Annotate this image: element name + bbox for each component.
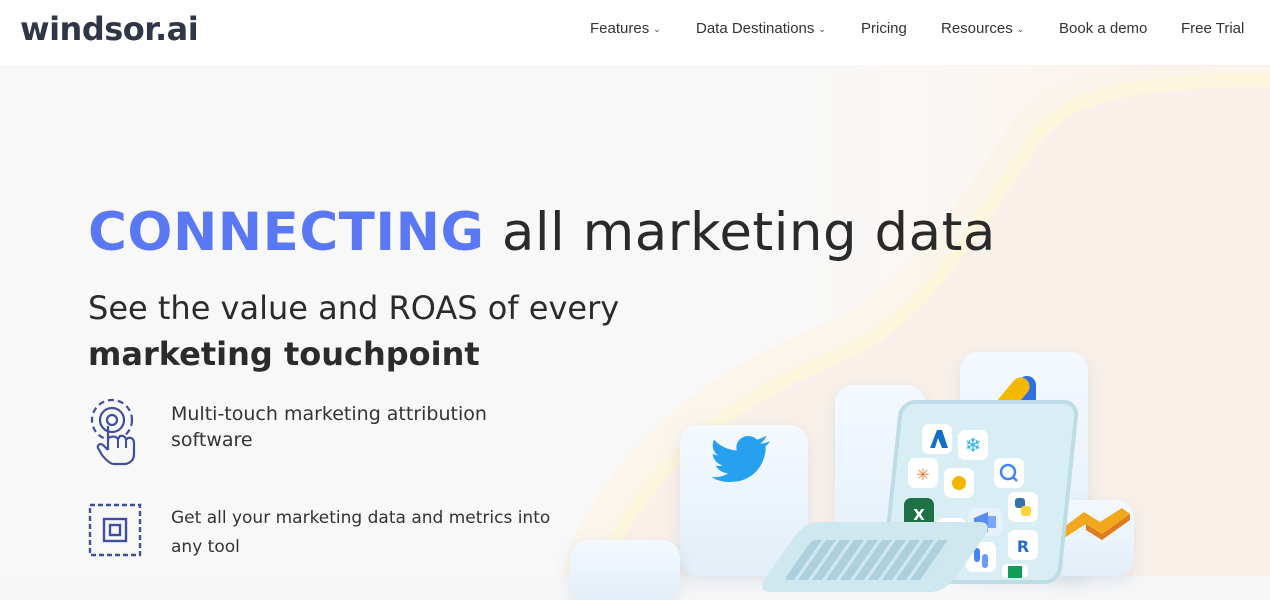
svg-text:R: R [1017, 537, 1029, 556]
nav-free-trial[interactable]: Free Trial [1181, 20, 1244, 37]
nav-resources-label: Resources [941, 20, 1013, 37]
nav-resources[interactable]: Resources ⌄ [941, 20, 1024, 37]
hero-subheading-line2: marketing touchpoint [88, 335, 480, 373]
feature-attribution-line1: Multi-touch marketing attribution [171, 403, 487, 425]
headline-accent: CONNECTING [88, 202, 485, 263]
feature-any-tool: Get all your marketing data and metrics … [171, 504, 550, 562]
nav-book-demo[interactable]: Book a demo [1059, 20, 1147, 37]
nav-features-label: Features [590, 20, 650, 37]
nav-pricing[interactable]: Pricing [861, 20, 907, 37]
r-icon: R [1008, 530, 1038, 560]
svg-text:❄: ❄ [965, 433, 982, 457]
chevron-down-icon: ⌄ [1016, 24, 1025, 34]
nav-pricing-label: Pricing [861, 20, 907, 37]
main-nav: Features ⌄ Data Destinations ⌄ Pricing Res… [0, 20, 1270, 42]
headline-rest: all marketing data [484, 202, 996, 263]
nav-book-demo-label: Book a demo [1059, 20, 1148, 37]
nav-features[interactable]: Features ⌄ [590, 20, 661, 37]
top-navigation-bar: windsor.ai Features ⌄ Data Destinations ⌄ … [0, 0, 1270, 65]
bigquery-icon [994, 458, 1024, 488]
twitter-icon [711, 435, 770, 482]
chevron-down-icon: ⌄ [818, 24, 826, 34]
feature-attribution-line2: software [171, 429, 253, 451]
nav-data-destinations[interactable]: Data Destinations ⌄ [696, 20, 826, 37]
tableau-icon: ✳ [908, 458, 938, 488]
nav-data-destinations-label: Data Destinations [696, 20, 815, 37]
svg-text:✳: ✳ [916, 465, 929, 484]
python-icon [1008, 492, 1038, 522]
integrations-illustration: ❄ ✳ X R [570, 330, 1270, 600]
hero-subheading-line1: See the value and ROAS of every [88, 289, 620, 327]
google-analytics-icon [944, 468, 974, 498]
feature-attribution: Multi-touch marketing attribution softwa… [171, 401, 487, 453]
azure-icon [922, 424, 952, 454]
cube-bottom-left [570, 540, 680, 600]
touch-icon [90, 398, 140, 470]
hero-headline: CONNECTING all marketing data [88, 202, 996, 263]
feature-any-tool-line1: Get all your marketing data and metrics … [171, 508, 551, 528]
frame-icon [88, 503, 142, 561]
snowflake-icon: ❄ [958, 430, 988, 460]
feature-any-tool-line2: any tool [171, 537, 240, 557]
chevron-down-icon: ⌄ [653, 24, 661, 34]
nav-free-trial-label: Free Trial [1181, 20, 1245, 37]
